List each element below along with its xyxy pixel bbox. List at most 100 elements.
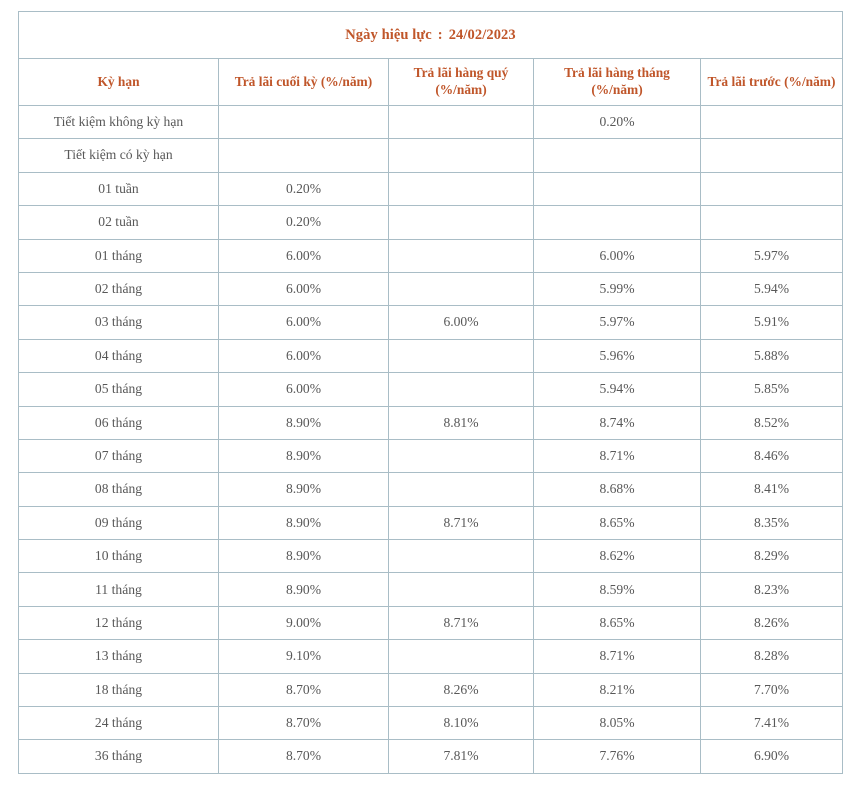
- cell-upfront: 7.70%: [700, 672, 843, 708]
- cell-monthly: [533, 171, 701, 207]
- cell-term: 11 tháng: [18, 572, 219, 607]
- cell-quarterly: [388, 539, 534, 574]
- effective-date-cell: Ngày hiệu lực:24/02/2023: [18, 11, 843, 59]
- cell-monthly: [533, 138, 701, 173]
- cell-quarterly: [388, 472, 534, 507]
- table-row: 36 tháng 8.70% 7.81% 7.76% 6.90%: [18, 739, 843, 774]
- table-row: 01 tháng 6.00% 6.00% 5.97%: [18, 238, 843, 273]
- cell-upfront: 8.29%: [700, 539, 843, 574]
- cell-upfront: 6.90%: [700, 739, 843, 774]
- cell-monthly: [533, 205, 701, 240]
- cell-term: 01 tháng: [18, 238, 219, 273]
- cell-upfront: 7.41%: [700, 706, 843, 741]
- cell-term: 01 tuần: [18, 171, 219, 207]
- cell-monthly: 8.68%: [533, 472, 701, 507]
- column-header-row: Kỳ hạn Trả lãi cuối kỳ (%/năm) Trả lãi h…: [18, 58, 843, 106]
- cell-upfront: 8.23%: [700, 572, 843, 607]
- cell-term: Tiết kiệm không kỳ hạn: [18, 104, 219, 140]
- cell-upfront: [700, 171, 843, 207]
- cell-monthly: 5.96%: [533, 338, 701, 374]
- cell-end-of-term: 8.90%: [218, 572, 389, 607]
- cell-end-of-term: 6.00%: [218, 238, 389, 273]
- cell-upfront: 5.97%: [700, 238, 843, 273]
- table-row: Tiết kiệm có kỳ hạn: [18, 138, 843, 173]
- cell-quarterly: [388, 271, 534, 307]
- cell-monthly: 6.00%: [533, 238, 701, 273]
- cell-monthly: 8.21%: [533, 672, 701, 708]
- cell-upfront: 8.52%: [700, 405, 843, 440]
- table-row: 05 tháng 6.00% 5.94% 5.85%: [18, 372, 843, 407]
- cell-end-of-term: 8.90%: [218, 472, 389, 507]
- cell-quarterly: 6.00%: [388, 305, 534, 340]
- cell-end-of-term: 8.90%: [218, 438, 389, 474]
- cell-end-of-term: 8.70%: [218, 672, 389, 708]
- cell-term: 18 tháng: [18, 672, 219, 708]
- cell-monthly: 5.97%: [533, 305, 701, 340]
- column-header-monthly: Trả lãi hàng tháng (%/năm): [533, 58, 701, 106]
- cell-monthly: 8.05%: [533, 706, 701, 741]
- cell-term: 12 tháng: [18, 605, 219, 641]
- table-row: 10 tháng 8.90% 8.62% 8.29%: [18, 539, 843, 574]
- cell-end-of-term: [218, 104, 389, 140]
- cell-upfront: [700, 205, 843, 240]
- interest-rate-table: Ngày hiệu lực:24/02/2023 Kỳ hạn Trả lãi …: [18, 11, 843, 774]
- cell-quarterly: 8.10%: [388, 706, 534, 741]
- cell-quarterly: 8.71%: [388, 605, 534, 641]
- cell-quarterly: 8.26%: [388, 672, 534, 708]
- cell-end-of-term: 9.10%: [218, 639, 389, 674]
- cell-term: 36 tháng: [18, 739, 219, 774]
- table-row: 02 tháng 6.00% 5.99% 5.94%: [18, 271, 843, 307]
- effective-date-label: Ngày hiệu lực: [345, 26, 432, 43]
- cell-end-of-term: 0.20%: [218, 205, 389, 240]
- cell-quarterly: 8.81%: [388, 405, 534, 440]
- cell-quarterly: 7.81%: [388, 739, 534, 774]
- table-row: 12 tháng 9.00% 8.71% 8.65% 8.26%: [18, 605, 843, 641]
- cell-end-of-term: [218, 138, 389, 173]
- cell-term: Tiết kiệm có kỳ hạn: [18, 138, 219, 173]
- cell-monthly: 8.74%: [533, 405, 701, 440]
- interest-rate-sheet: Ngày hiệu lực:24/02/2023 Kỳ hạn Trả lãi …: [0, 0, 856, 797]
- table-row: 08 tháng 8.90% 8.68% 8.41%: [18, 472, 843, 507]
- cell-term: 07 tháng: [18, 438, 219, 474]
- cell-end-of-term: 9.00%: [218, 605, 389, 641]
- cell-end-of-term: 8.70%: [218, 739, 389, 774]
- cell-monthly: 7.76%: [533, 739, 701, 774]
- cell-quarterly: [388, 338, 534, 374]
- cell-quarterly: [388, 372, 534, 407]
- cell-term: 03 tháng: [18, 305, 219, 340]
- cell-term: 02 tháng: [18, 271, 219, 307]
- cell-end-of-term: 6.00%: [218, 305, 389, 340]
- cell-quarterly: [388, 138, 534, 173]
- cell-quarterly: [388, 104, 534, 140]
- table-row: 13 tháng 9.10% 8.71% 8.28%: [18, 639, 843, 674]
- effective-date-separator: :: [437, 26, 443, 43]
- column-header-quarterly: Trả lãi hàng quý (%/năm): [388, 58, 534, 106]
- cell-term: 05 tháng: [18, 372, 219, 407]
- cell-term: 04 tháng: [18, 338, 219, 374]
- table-row: 18 tháng 8.70% 8.26% 8.21% 7.70%: [18, 672, 843, 708]
- cell-end-of-term: 8.90%: [218, 505, 389, 541]
- table-row: 02 tuần 0.20%: [18, 205, 843, 240]
- cell-monthly: 8.59%: [533, 572, 701, 607]
- cell-upfront: 5.88%: [700, 338, 843, 374]
- cell-end-of-term: 6.00%: [218, 338, 389, 374]
- cell-quarterly: [388, 639, 534, 674]
- cell-monthly: 8.62%: [533, 539, 701, 574]
- cell-end-of-term: 8.90%: [218, 405, 389, 440]
- table-row: 04 tháng 6.00% 5.96% 5.88%: [18, 338, 843, 374]
- cell-quarterly: [388, 438, 534, 474]
- cell-upfront: [700, 104, 843, 140]
- table-row: 24 tháng 8.70% 8.10% 8.05% 7.41%: [18, 706, 843, 741]
- cell-upfront: 5.94%: [700, 271, 843, 307]
- cell-term: 13 tháng: [18, 639, 219, 674]
- cell-term: 24 tháng: [18, 706, 219, 741]
- cell-quarterly: [388, 171, 534, 207]
- column-header-upfront: Trả lãi trước (%/năm): [700, 58, 843, 106]
- cell-end-of-term: 8.90%: [218, 539, 389, 574]
- cell-upfront: 8.35%: [700, 505, 843, 541]
- cell-upfront: 8.41%: [700, 472, 843, 507]
- cell-monthly: 8.65%: [533, 505, 701, 541]
- cell-end-of-term: 6.00%: [218, 271, 389, 307]
- effective-date-row: Ngày hiệu lực:24/02/2023: [18, 11, 843, 59]
- cell-monthly: 5.94%: [533, 372, 701, 407]
